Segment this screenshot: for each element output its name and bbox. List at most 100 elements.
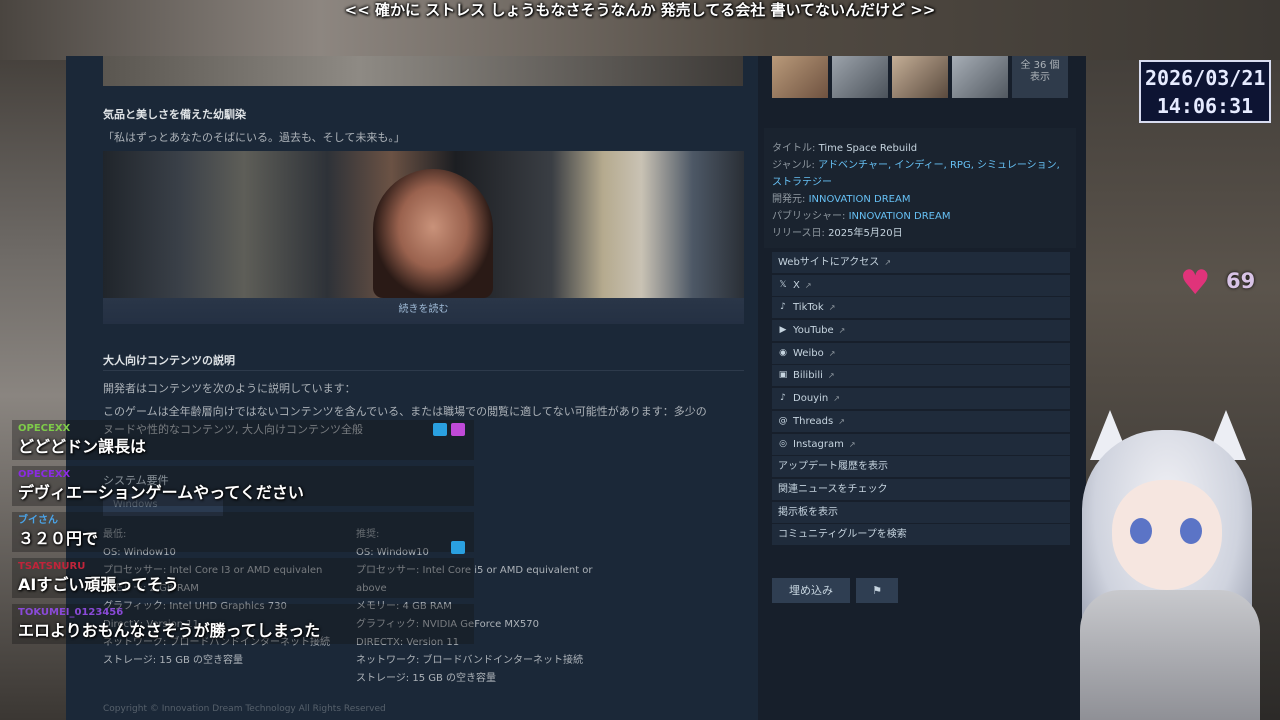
avatar-eye: [1130, 518, 1152, 544]
tiktok-icon: ♪: [780, 302, 786, 313]
sidebar-link[interactable]: アップデート履歴を表示: [772, 456, 1070, 478]
release-label: リリース日:: [772, 228, 825, 239]
external-link-icon: ↗: [828, 348, 836, 358]
chat-text: どどどドン課長は: [18, 437, 147, 456]
chat-text: AIすごい頑張ってそう: [18, 575, 180, 594]
external-links-list: Webサイトにアクセス ↗ 𝕏 X ↗ ♪ TikTok ↗ ▶ YouTube ↗ ◉ Weibo ↗ ▣…: [772, 252, 1070, 547]
title-label: タイトル:: [772, 143, 816, 154]
douyin-icon: ♪: [780, 393, 786, 404]
chat-message: TOKUMEI_0123456 エロよりおもんなさそうが勝ってしまった: [12, 604, 474, 644]
chat-text: デヴィエーションゲームやってください: [18, 483, 304, 502]
chat-username: OPECEXX: [18, 423, 71, 434]
avatar-eye: [1180, 518, 1202, 544]
rec-storage: ストレージ: 15 GB の空き容量: [356, 673, 497, 684]
show-all-count: 全 36 個: [1020, 60, 1060, 71]
publisher-link[interactable]: INNOVATION DREAM: [849, 211, 951, 222]
sidebar-link-label: Instagram: [793, 438, 844, 450]
screenshot-thumbnails: 全 36 個 表示: [772, 56, 1068, 98]
report-flag-button[interactable]: ⚑: [856, 578, 898, 603]
youtube-icon: ▶: [779, 325, 787, 336]
stream-clock: 2026/03/21 14:06:31: [1139, 60, 1271, 123]
adult-content-intro: 開発者はコンテンツを次のように説明しています：: [103, 382, 356, 395]
chat-message: OPECEXX デヴィエーションゲームやってください: [12, 466, 474, 506]
divider: [103, 370, 744, 371]
stream-chat: OPECEXX どどどドン課長は OPECEXX デヴィエーションゲームやってください…: [12, 420, 474, 650]
sidebar-link[interactable]: 掲示板を表示: [772, 501, 1070, 523]
avatar-body: [1080, 590, 1260, 720]
sidebar-link-label: Douyin: [793, 393, 829, 405]
member-badge-icon: [451, 423, 465, 436]
sidebar-link-label: X: [793, 279, 800, 291]
min-storage: ストレージ: 15 GB の空き容量: [103, 655, 244, 666]
chat-username: TSATSNURU: [18, 561, 86, 572]
sidebar-link-label: Bilibili: [793, 370, 823, 382]
game-sidebar: 全 36 個 表示 タイトル: Time Space Rebuild ジャンル:…: [758, 56, 1086, 720]
release-value: 2025年5月20日: [828, 228, 903, 239]
heart-icon: ♥: [1180, 263, 1211, 303]
sidebar-link-label: TikTok: [793, 302, 824, 314]
sidebar-link-label: 関連ニュースをチェック: [778, 483, 888, 495]
external-link-icon: ↗: [884, 258, 892, 267]
instagram-icon: ◎: [779, 438, 787, 449]
external-link-icon: ↗: [838, 416, 845, 426]
sidebar-link-label: Webサイトにアクセス: [778, 257, 880, 268]
chat-username: OPECEXX: [18, 469, 71, 480]
sidebar-link[interactable]: ▶ YouTube ↗: [772, 320, 1070, 342]
quote-text: 「私はずっとあなたのそばにいる。過去も、そして未来も。」: [103, 131, 405, 144]
title-value: Time Space Rebuild: [818, 143, 918, 154]
chat-message: OPECEXX どどどドン課長は: [12, 420, 474, 460]
external-link-icon: ↗: [848, 439, 856, 449]
show-all-screenshots-button[interactable]: 全 36 個 表示: [1012, 56, 1068, 98]
chat-text: エロよりおもんなさそうが勝ってしまった: [18, 621, 321, 640]
sidebar-link[interactable]: ♪ TikTok ↗: [772, 297, 1070, 319]
chat-message: TSATSNURU AIすごい頑張ってそう: [12, 558, 474, 598]
member-badge-icon: [433, 423, 447, 436]
chat-message: ブイさん ３２０円で: [12, 512, 474, 552]
sidebar-link[interactable]: コミュニティグループを検索: [772, 524, 1070, 546]
adult-content-title: 大人向けコンテンツの説明: [103, 354, 235, 367]
sidebar-link-label: アップデート履歴を表示: [778, 461, 888, 473]
sidebar-link-label: 掲示板を表示: [778, 506, 838, 518]
hero-image-strip: [103, 56, 743, 86]
sidebar-link[interactable]: 関連ニュースをチェック: [772, 478, 1070, 500]
vtuber-avatar: [1060, 410, 1280, 720]
sidebar-link[interactable]: ◎ Instagram ↗: [772, 433, 1070, 455]
genre-value[interactable]: アドベンチャー, インディー, RPG, シミュレーション, ストラテジー: [772, 160, 1060, 188]
sidebar-link[interactable]: 𝕏 X ↗: [772, 274, 1070, 296]
sidebar-link[interactable]: @ Threads ↗: [772, 410, 1070, 432]
sidebar-link[interactable]: Webサイトにアクセス ↗: [772, 252, 1070, 273]
sidebar-link[interactable]: ◉ Weibo ↗: [772, 342, 1070, 364]
sidebar-link[interactable]: ▣ Bilibili ↗: [772, 365, 1070, 387]
screenshot-thumbnail[interactable]: [772, 56, 828, 98]
avatar-face: [1112, 480, 1222, 590]
heart-count: 69: [1226, 269, 1256, 293]
bilibili-icon: ▣: [778, 370, 788, 381]
sidebar-link[interactable]: ♪ Douyin ↗: [772, 388, 1070, 410]
sidebar-link-label: YouTube: [793, 325, 834, 337]
rec-network: ネットワーク: ブロードバンドインターネット接続: [356, 655, 584, 666]
genre-label: ジャンル:: [772, 160, 815, 171]
embed-button[interactable]: 埋め込み: [772, 578, 850, 603]
weibo-icon: ◉: [779, 347, 787, 358]
x-icon: 𝕏: [779, 279, 787, 290]
publisher-label: パブリッシャー:: [772, 211, 846, 222]
screenshot-thumbnail[interactable]: [832, 56, 888, 98]
banner-portrait: [373, 169, 493, 298]
member-badge-icon: [451, 541, 465, 554]
external-link-icon: ↗: [833, 394, 840, 404]
external-link-icon: ↗: [804, 280, 812, 290]
screenshot-thumbnail[interactable]: [952, 56, 1008, 98]
sidebar-link-label: Weibo: [793, 347, 824, 359]
sidebar-link-label: コミュニティグループを検索: [778, 529, 907, 541]
chat-username: ブイさん: [18, 515, 58, 526]
clock-time: 14:06:31: [1156, 94, 1254, 118]
screenshot-thumbnail[interactable]: [892, 56, 948, 98]
game-details-box: タイトル: Time Space Rebuild ジャンル: アドベンチャー, …: [764, 128, 1076, 248]
read-more-button[interactable]: 続きを読む: [103, 298, 744, 324]
adult-content-desc: このゲームは全年齢層向けではないコンテンツを含んでいる、または職場での閲覧に適し…: [103, 405, 707, 418]
developer-link[interactable]: INNOVATION DREAM: [809, 194, 911, 205]
description-banner-image: [103, 151, 744, 298]
external-link-icon: ↗: [828, 303, 836, 313]
chat-text: ３２０円で: [18, 529, 99, 548]
external-link-icon: ↗: [838, 326, 846, 336]
